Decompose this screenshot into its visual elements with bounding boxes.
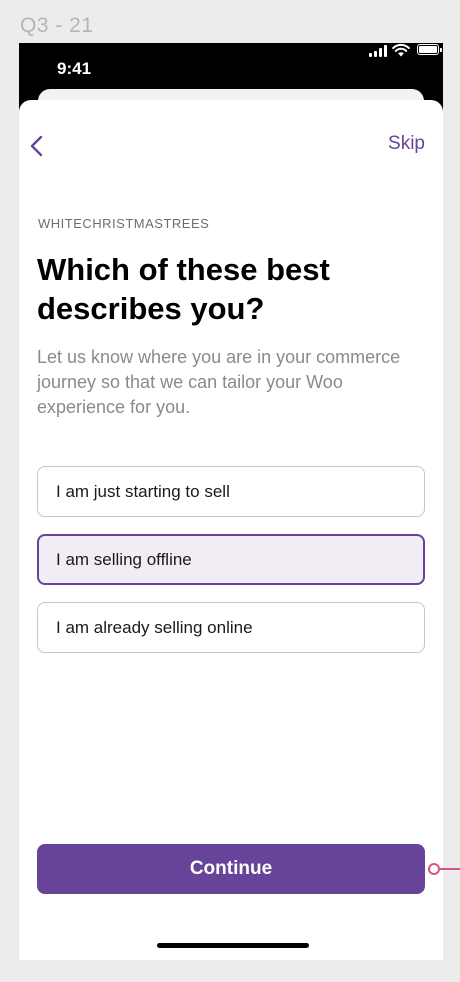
option-selling-online[interactable]: I am already selling online bbox=[37, 602, 425, 653]
signal-icon bbox=[369, 45, 387, 57]
phone-screen: 9:41 Skip WHITECHRISTMASTREES Which of t… bbox=[19, 43, 443, 960]
page-title: Which of these best describes you? bbox=[37, 252, 330, 326]
options-list: I am just starting to sell I am selling … bbox=[37, 466, 425, 670]
status-bar: 9:41 bbox=[19, 43, 443, 93]
battery-icon bbox=[417, 44, 442, 55]
prototype-connector-icon bbox=[428, 863, 460, 875]
option-starting-to-sell[interactable]: I am just starting to sell bbox=[37, 466, 425, 517]
option-selling-offline[interactable]: I am selling offline bbox=[37, 534, 425, 585]
wifi-icon bbox=[392, 43, 410, 57]
page-subtitle: Let us know where you are in your commer… bbox=[37, 347, 401, 417]
back-button[interactable] bbox=[23, 131, 51, 161]
status-time: 9:41 bbox=[57, 59, 92, 78]
chevron-left-icon bbox=[30, 135, 43, 157]
frame-label: Q3 - 21 bbox=[20, 14, 94, 37]
skip-button[interactable]: Skip bbox=[388, 133, 425, 155]
continue-button[interactable]: Continue bbox=[37, 844, 425, 894]
store-name: WHITECHRISTMASTREES bbox=[38, 216, 210, 231]
home-indicator bbox=[157, 943, 309, 948]
onboarding-sheet: Skip WHITECHRISTMASTREES Which of these … bbox=[19, 100, 443, 960]
